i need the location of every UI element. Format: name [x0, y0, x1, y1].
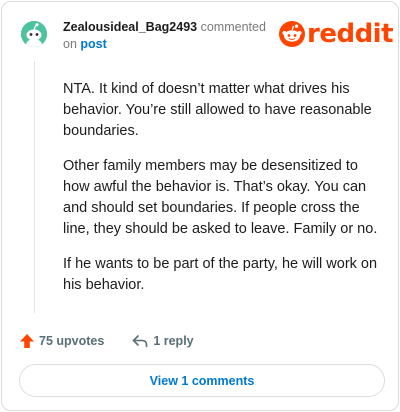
- username[interactable]: Zealousideal_Bag2493: [63, 20, 197, 34]
- comment-context: on post: [63, 36, 107, 53]
- comment-paragraph: NTA. It kind of doesn’t matter what driv…: [63, 81, 372, 139]
- reddit-snoo-logo-icon: [279, 21, 305, 47]
- reddit-logo[interactable]: reddit: [279, 19, 394, 49]
- reply-arrow-icon: [133, 335, 148, 348]
- reply-button[interactable]: 1 reply: [132, 334, 194, 348]
- upvote-count: 75 upvotes: [39, 334, 105, 348]
- reply-count: 1 reply: [153, 334, 194, 348]
- comment-header: Zealousideal_Bag2493 commented: [63, 19, 266, 36]
- commented-label: commented: [200, 20, 266, 34]
- post-link[interactable]: post: [80, 37, 106, 51]
- snoo-avatar-icon: [21, 21, 47, 47]
- upvote-arrow-icon[interactable]: [19, 333, 35, 349]
- comment-body: NTA. It kind of doesn’t matter what driv…: [63, 79, 381, 310]
- view-comments-button[interactable]: View 1 comments: [19, 364, 385, 397]
- thread-line[interactable]: [34, 61, 35, 313]
- on-label: on: [63, 37, 77, 51]
- reddit-wordmark: reddit: [307, 19, 394, 49]
- comment-actions: 75 upvotes 1 reply: [19, 331, 194, 351]
- comment-paragraph: Other family members may be desensitized…: [63, 158, 378, 237]
- view-comments-label: View 1 comments: [149, 373, 255, 388]
- user-avatar[interactable]: [21, 21, 47, 47]
- comment-card: Zealousideal_Bag2493 commented on post r…: [1, 1, 399, 411]
- comment-paragraph: If he wants to be part of the party, he …: [63, 256, 378, 293]
